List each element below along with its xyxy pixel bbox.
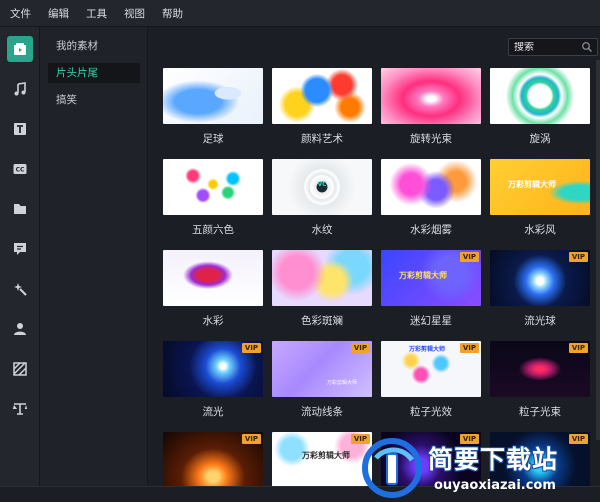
comment-icon <box>14 243 26 255</box>
rail-folder-button[interactable] <box>7 196 33 222</box>
thumbnail: 万彩剪辑大师 VIP <box>272 432 372 488</box>
template-label: 流光 <box>202 406 224 418</box>
thumbnail: VIP <box>490 250 590 306</box>
svg-text:CC: CC <box>16 167 25 174</box>
template-label: 旋涡 <box>529 133 551 145</box>
thumbnail <box>163 159 263 215</box>
search-input[interactable] <box>509 41 579 53</box>
template-label: 水彩 <box>202 315 224 327</box>
thumbnail: 万彩剪辑大师 <box>490 159 590 215</box>
thumbnail: 万彩剪辑大师 VIP <box>381 341 481 397</box>
rail-media-button[interactable] <box>7 36 33 62</box>
thumbnail: VIP <box>490 341 590 397</box>
thumbnail: VIP <box>163 341 263 397</box>
balance-icon <box>12 403 28 415</box>
vip-badge: VIP <box>568 252 588 262</box>
template-label: 水纹 <box>311 224 333 236</box>
menu-file[interactable]: 文件 <box>10 6 31 21</box>
thumbnail: 万彩剪辑大师 VIP <box>272 341 372 397</box>
thumbnail-text: 万彩剪辑大师 <box>508 180 556 189</box>
thumbnail <box>272 250 372 306</box>
person-icon <box>14 323 26 335</box>
rail-balance-button[interactable] <box>7 396 33 422</box>
rail-character-button[interactable] <box>7 316 33 342</box>
category-funny[interactable]: 搞笑 <box>48 90 140 110</box>
search-box <box>508 38 598 56</box>
search-icon[interactable] <box>581 41 593 53</box>
thumbnail: 万彩剪辑大师 VIP <box>381 250 481 306</box>
vip-badge: VIP <box>459 252 479 262</box>
menu-tools[interactable]: 工具 <box>86 6 107 21</box>
thumbnail <box>381 159 481 215</box>
rail-subtitle-button[interactable]: CC <box>7 156 33 182</box>
template-label: 色彩斑斓 <box>301 315 343 327</box>
template-label: 流光球 <box>524 315 556 327</box>
watermark-url: ouyaoxiazai.com <box>434 478 556 493</box>
watermark-logo-icon <box>362 438 422 498</box>
template-label: 迷幻星星 <box>410 315 452 327</box>
vip-badge: VIP <box>459 343 479 353</box>
thumbnail <box>163 68 263 124</box>
thumbnail <box>272 68 372 124</box>
rail-filter-button[interactable] <box>7 356 33 382</box>
thumbnail-text: 万彩剪辑大师 <box>399 271 447 280</box>
menu-edit[interactable]: 编辑 <box>48 6 69 21</box>
thumbnail-text: 万彩剪辑大师 <box>302 451 350 460</box>
rail-text-button[interactable] <box>7 116 33 142</box>
watermark-title: 简要下载站 <box>428 445 559 474</box>
filter-icon <box>13 362 27 376</box>
category-my-assets[interactable]: 我的素材 <box>48 36 140 56</box>
thumbnail: VC <box>272 159 372 215</box>
magic-wand-icon <box>14 283 27 296</box>
thumbnail <box>163 250 263 306</box>
scrollbar[interactable] <box>596 60 600 440</box>
rail-comment-button[interactable] <box>7 236 33 262</box>
category-panel: 我的素材 片头片尾 搞笑 <box>40 27 148 502</box>
rail-music-button[interactable] <box>7 76 33 102</box>
template-label: 旋转光束 <box>410 133 452 145</box>
thumbnail <box>381 68 481 124</box>
subtitles-cc-icon: CC <box>13 164 27 174</box>
template-label: 五颜六色 <box>192 224 234 236</box>
menu-help[interactable]: 帮助 <box>162 6 183 21</box>
template-label: 流动线条 <box>301 406 343 418</box>
template-label: 水彩烟雾 <box>410 224 452 236</box>
tool-rail: CC <box>0 27 40 502</box>
menu-bar: 文件 编辑 工具 视图 帮助 <box>0 0 600 27</box>
template-label: 足球 <box>202 133 224 145</box>
folder-icon <box>14 204 26 214</box>
vip-badge: VIP <box>350 343 370 353</box>
thumbnail-text: 万彩剪辑大师 <box>327 380 358 386</box>
text-icon <box>14 123 26 135</box>
rail-effects-button[interactable] <box>7 276 33 302</box>
vip-badge: VIP <box>241 434 261 444</box>
music-note-icon <box>14 82 26 96</box>
vip-badge: VIP <box>568 343 588 353</box>
category-intro-outro[interactable]: 片头片尾 <box>48 63 140 83</box>
media-icon <box>14 43 26 55</box>
template-label: 颜料艺术 <box>301 133 343 145</box>
thumbnail: VIP <box>163 432 263 488</box>
watermark: 简要下载站 ouyaoxiazai.com <box>362 436 600 502</box>
template-label: 粒子光效 <box>410 406 452 418</box>
template-label: 水彩风 <box>524 224 556 236</box>
vip-badge: VIP <box>241 343 261 353</box>
template-label: 粒子光束 <box>519 406 561 418</box>
menu-view[interactable]: 视图 <box>124 6 145 21</box>
thumbnail-text: 万彩剪辑大师 <box>409 346 446 353</box>
thumbnail-text: VC <box>317 181 327 188</box>
thumbnail <box>490 68 590 124</box>
